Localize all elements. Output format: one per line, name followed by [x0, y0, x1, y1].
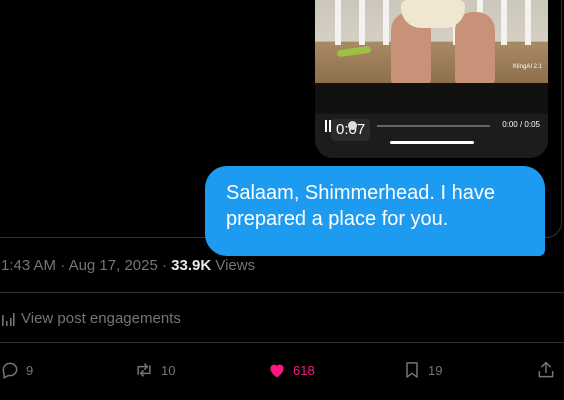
reply-icon — [2, 362, 18, 379]
video-scrubber[interactable] — [377, 125, 490, 127]
meta-separator: · — [161, 257, 167, 274]
video-watermark: KlingAI 2.1 — [512, 64, 542, 70]
scrubber-handle[interactable] — [348, 121, 357, 130]
post-date[interactable]: Aug 17, 2025 — [69, 257, 158, 274]
figure-diaper — [401, 0, 465, 28]
divider — [0, 292, 564, 293]
video-time-readout: 0:00 / 0:05 — [502, 120, 540, 129]
bookmark-count: 19 — [428, 362, 443, 378]
message-bubble: Salaam, Shimmerhead. I have prepared a p… — [205, 166, 545, 256]
meta-separator: · — [60, 257, 66, 274]
figure-leg-right — [455, 12, 495, 83]
video-frame[interactable]: KlingAI 2.1 — [315, 0, 548, 83]
share-icon — [538, 361, 554, 378]
video-dark-band — [315, 83, 548, 114]
views-count: 33.9K — [171, 257, 212, 274]
repost-button[interactable]: 10 — [133, 357, 175, 383]
repost-count: 10 — [161, 362, 176, 378]
message-text: Salaam, Shimmerhead. I have prepared a p… — [226, 182, 496, 230]
like-count: 618 — [293, 362, 315, 378]
phone-video-player[interactable]: KlingAI 2.1 0:07 0:00 / 0:05 — [315, 0, 548, 158]
post-time[interactable]: 1:43 AM — [1, 257, 56, 274]
reply-count: 9 — [26, 362, 34, 378]
bookmark-icon — [406, 362, 418, 378]
divider — [0, 342, 564, 343]
home-indicator — [390, 141, 474, 144]
video-controls: 0:07 0:00 / 0:05 — [315, 114, 548, 158]
share-button[interactable] — [536, 357, 562, 383]
analytics-bars-icon — [2, 313, 15, 326]
heart-icon — [270, 364, 284, 378]
like-button[interactable]: 618 — [267, 357, 315, 383]
post-action-bar: 9 10 618 19 — [0, 357, 564, 383]
views-label: Views — [215, 257, 256, 274]
post-meta-line: 1:43 AM · Aug 17, 2025 · 33.9K Views — [1, 257, 255, 274]
view-engagements-link[interactable]: View post engagements — [1, 310, 181, 330]
view-engagements-label: View post engagements — [21, 310, 181, 327]
toy-object — [336, 45, 372, 58]
reply-button[interactable]: 9 — [0, 357, 33, 383]
repost-icon — [137, 363, 151, 377]
bookmark-button[interactable]: 19 — [402, 357, 442, 383]
